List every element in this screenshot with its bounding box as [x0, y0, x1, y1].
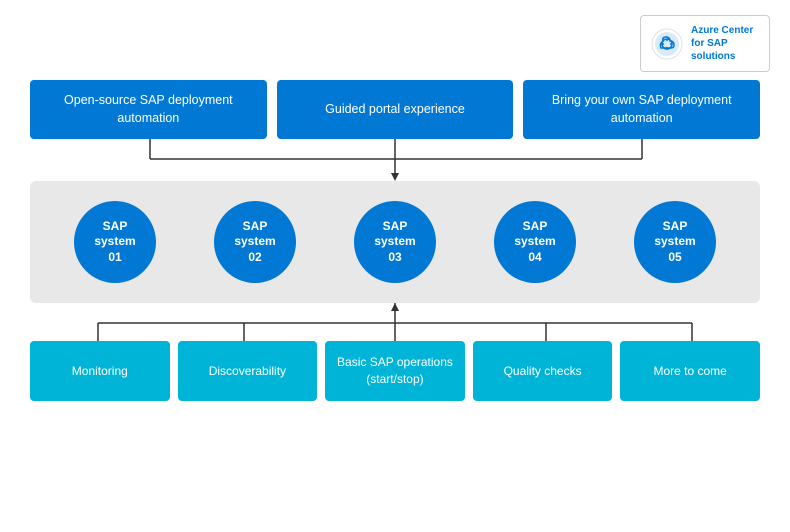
- bottom-connector-area: [30, 303, 760, 341]
- bottom-row: Monitoring Discoverability Basic SAP ope…: [30, 341, 760, 401]
- azure-logo-icon: [651, 28, 683, 60]
- sap-system-04: SAP system 04: [494, 201, 576, 283]
- monitoring-box: Monitoring: [30, 341, 170, 401]
- azure-badge: Azure Center for SAP solutions: [640, 15, 770, 72]
- discoverability-box: Discoverability: [178, 341, 318, 401]
- main-container: Azure Center for SAP solutions Open-sour…: [0, 0, 790, 532]
- sap-system-05: SAP system 05: [634, 201, 716, 283]
- sap-system-03: SAP system 03: [354, 201, 436, 283]
- middle-band: SAP system 01 SAP system 02 SAP system 0…: [30, 181, 760, 303]
- top-row: Open-source SAP deployment automation Gu…: [30, 80, 760, 139]
- guided-portal-box: Guided portal experience: [277, 80, 514, 139]
- sap-system-01: SAP system 01: [74, 201, 156, 283]
- sap-system-02: SAP system 02: [214, 201, 296, 283]
- top-connectors-svg: [30, 139, 760, 181]
- more-to-come-box: More to come: [620, 341, 760, 401]
- bottom-connectors-svg: [30, 303, 760, 341]
- top-connector-area: [30, 139, 760, 181]
- open-source-box: Open-source SAP deployment automation: [30, 80, 267, 139]
- bring-your-own-box: Bring your own SAP deployment automation: [523, 80, 760, 139]
- basic-ops-box: Basic SAP operations (start/stop): [325, 341, 465, 401]
- quality-checks-box: Quality checks: [473, 341, 613, 401]
- azure-badge-text: Azure Center for SAP solutions: [691, 24, 753, 63]
